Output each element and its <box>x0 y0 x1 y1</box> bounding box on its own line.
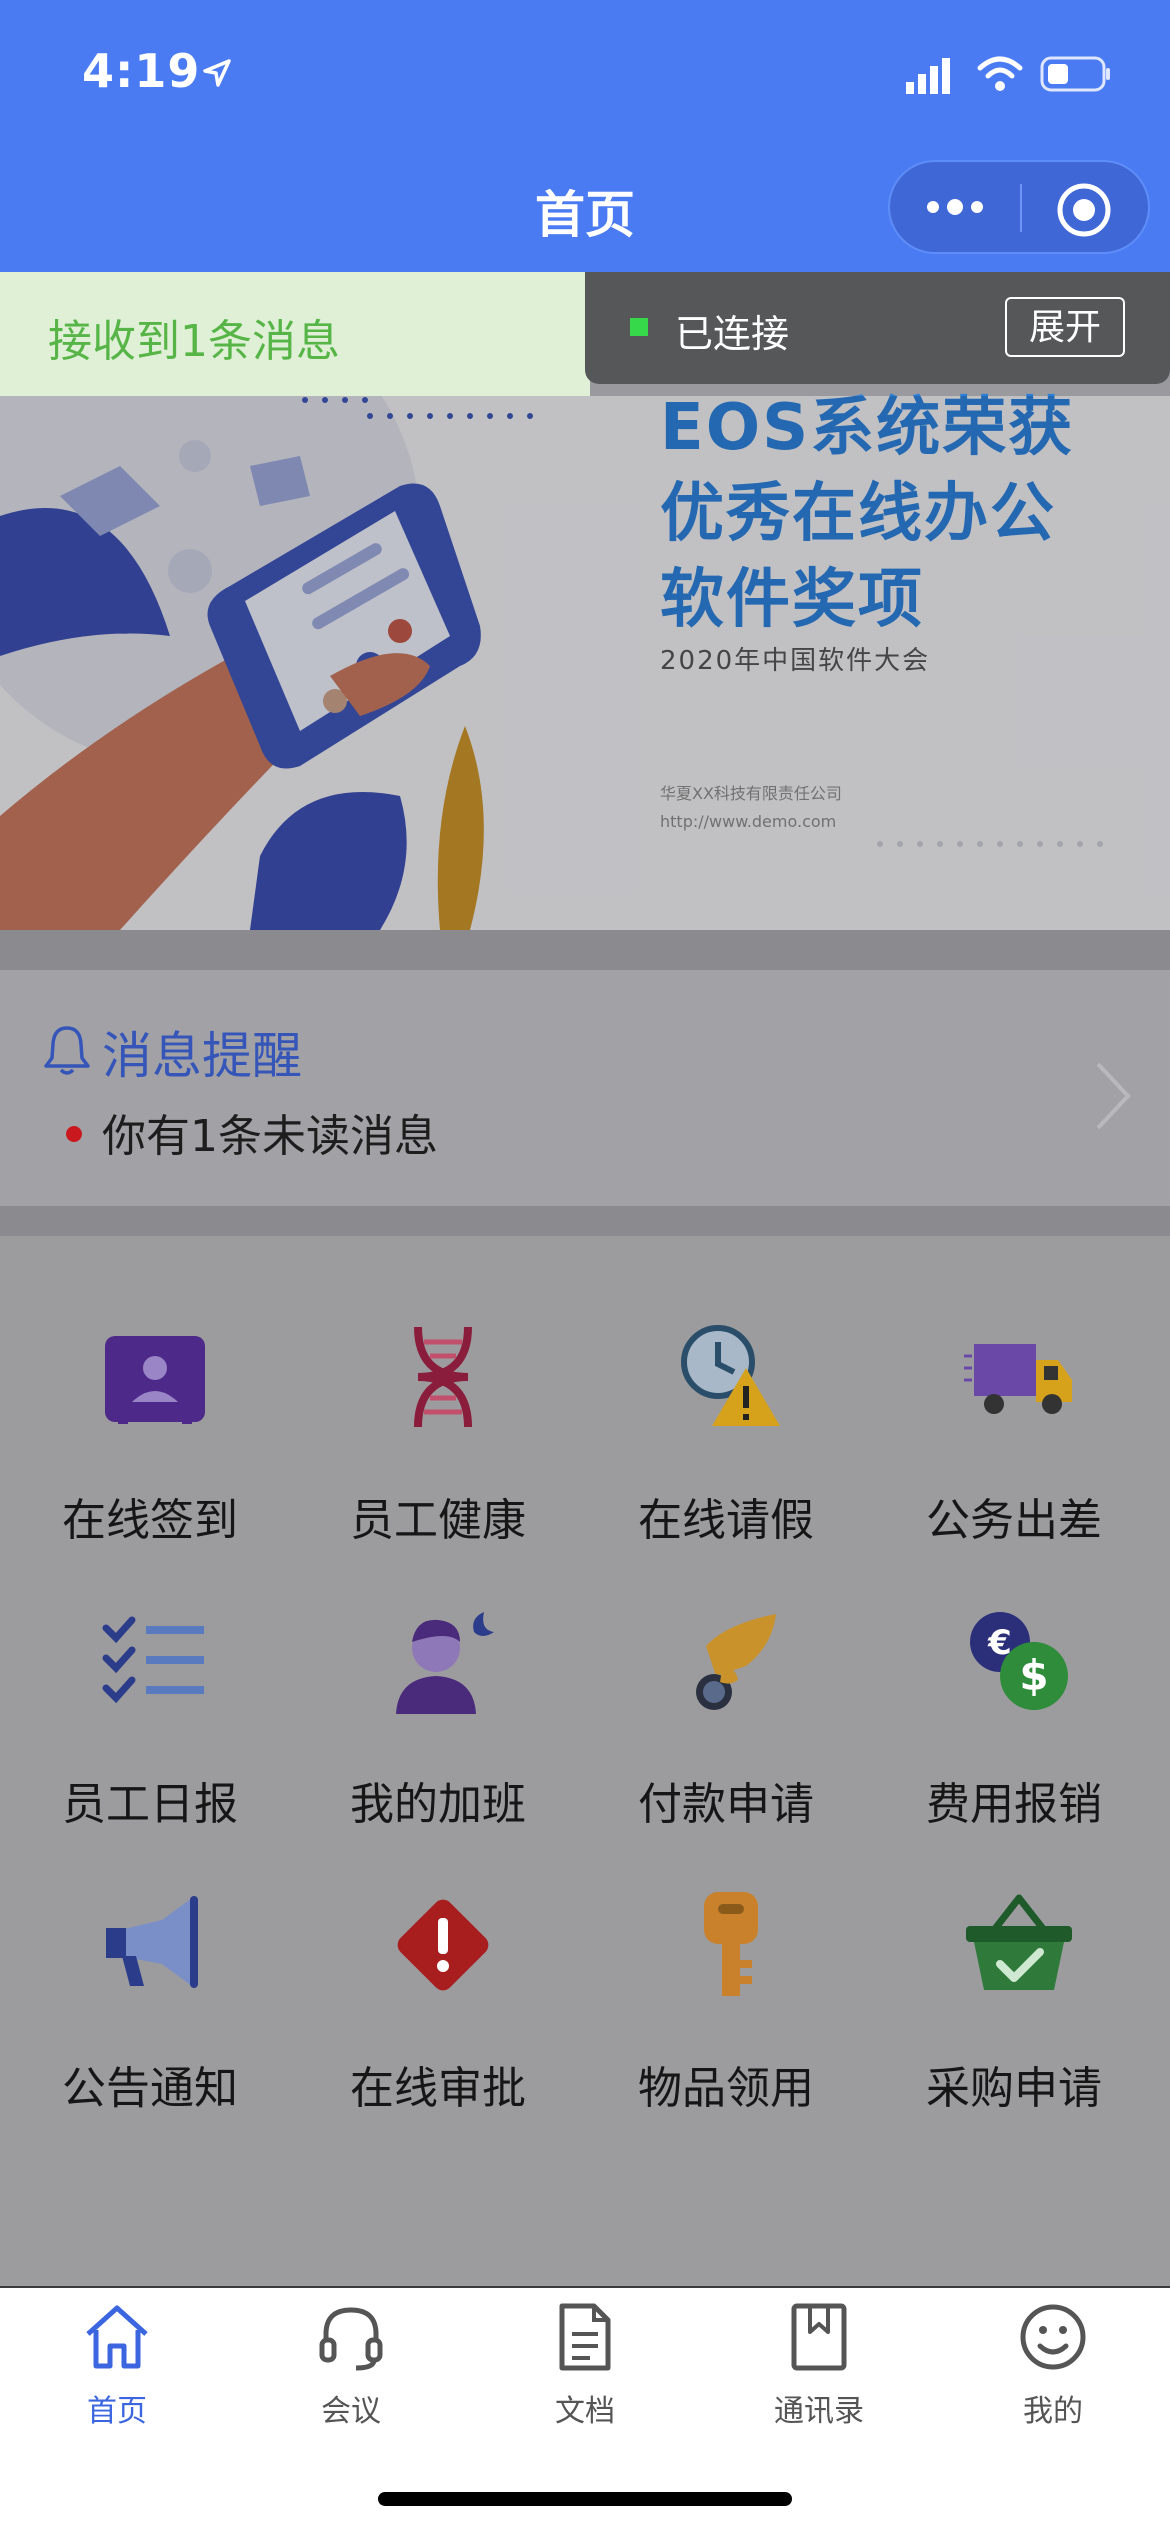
basket-icon <box>966 1894 1072 1990</box>
grid-item-label: 员工健康 <box>350 1495 526 1546</box>
person-moon-icon <box>396 1612 494 1714</box>
tab-label: 会议 <box>321 2394 381 2429</box>
grid-item-label: 公务出差 <box>926 1495 1102 1546</box>
message-card-title: 消息提醒 <box>102 1027 302 1085</box>
connection-status-dot <box>630 318 648 336</box>
cellular-signal-icon <box>906 58 950 94</box>
grid-item-label: 我的加班 <box>350 1779 526 1830</box>
checklist-icon <box>102 1616 204 1704</box>
tab-contacts[interactable]: 通讯录 <box>702 2300 936 2440</box>
megaphone-icon <box>106 1896 198 1988</box>
tab-label: 文档 <box>555 2394 615 2429</box>
grid-item-label: 费用报销 <box>926 1779 1102 1830</box>
grid-item-daily-report[interactable]: 员工日报 <box>4 1546 296 1830</box>
grid-item-label: 在线签到 <box>62 1495 238 1546</box>
expand-button[interactable]: 展开 <box>1005 297 1125 357</box>
wifi-icon <box>977 56 1023 91</box>
status-time: 4:19 <box>82 44 201 98</box>
id-card-icon <box>105 1336 205 1424</box>
tab-home[interactable]: 首页 <box>0 2300 234 2440</box>
dna-icon <box>414 1326 472 1428</box>
grid-item-announcement[interactable]: 公告通知 <box>4 1830 296 2114</box>
connection-status-text: 已连接 <box>675 312 790 356</box>
grid-item-item-requisition[interactable]: 物品领用 <box>580 1830 872 2114</box>
chevron-right-icon[interactable] <box>1092 1060 1134 1132</box>
grid-item-label: 员工日报 <box>62 1779 238 1830</box>
unread-dot <box>66 1126 82 1142</box>
grid-item-purchase[interactable]: 采购申请 <box>868 1830 1160 2114</box>
bell-icon <box>44 1026 90 1075</box>
headset-icon <box>319 2307 383 2371</box>
grid-item-label: 在线请假 <box>638 1495 814 1546</box>
grid-item-overtime[interactable]: 我的加班 <box>292 1546 584 1830</box>
more-dots-icon[interactable] <box>925 192 985 222</box>
banner-overlay <box>0 396 1170 930</box>
home-icon <box>86 2305 148 2369</box>
grid-item-payment[interactable]: 付款申请 <box>580 1546 872 1830</box>
grid-item-label: 付款申请 <box>638 1779 814 1830</box>
clock-warning-icon <box>681 1325 780 1426</box>
target-circle-icon[interactable] <box>1054 180 1114 240</box>
grid-item-health[interactable]: 员工健康 <box>292 1262 584 1546</box>
grid-item-leave[interactable]: 在线请假 <box>580 1262 872 1546</box>
divider <box>0 930 1170 970</box>
tab-documents[interactable]: 文档 <box>468 2300 702 2440</box>
grid-item-label: 物品领用 <box>638 2063 814 2114</box>
grid-item-approval[interactable]: 在线审批 <box>292 1830 584 2114</box>
tab-meeting[interactable]: 会议 <box>234 2300 468 2440</box>
grid-item-label: 采购申请 <box>926 2063 1102 2114</box>
divider <box>0 1206 1170 1236</box>
grid-item-label: 在线审批 <box>350 2063 526 2114</box>
tab-mine[interactable]: 我的 <box>936 2300 1170 2440</box>
message-card-content: 你有1条未读消息 <box>102 1111 438 1162</box>
tab-label: 首页 <box>87 2394 147 2429</box>
warning-diamond-icon <box>397 1899 489 1991</box>
message-reminder-card[interactable] <box>0 970 1170 1206</box>
hand-coin-icon <box>696 1614 776 1710</box>
currency-coins-icon: € $ <box>970 1612 1068 1710</box>
smiley-icon <box>1020 2304 1086 2370</box>
tab-label: 我的 <box>1023 2394 1083 2429</box>
tab-label: 通讯录 <box>774 2394 864 2429</box>
bookmark-book-icon <box>791 2303 847 2371</box>
toast-text: 接收到1条消息 <box>48 316 340 367</box>
key-icon <box>704 1892 758 1996</box>
location-arrow-icon <box>203 59 231 87</box>
grid-item-checkin[interactable]: 在线签到 <box>4 1262 296 1546</box>
battery-icon <box>1040 56 1110 92</box>
delivery-truck-icon <box>964 1344 1072 1414</box>
grid-item-label: 公告通知 <box>62 2063 238 2114</box>
document-icon <box>559 2303 611 2371</box>
svg-text:$: $ <box>1019 1651 1048 1700</box>
grid-item-reimbursement[interactable]: € $ 费用报销 <box>868 1546 1160 1830</box>
home-indicator[interactable] <box>378 2492 792 2506</box>
grid-item-business-trip[interactable]: 公务出差 <box>868 1262 1160 1546</box>
